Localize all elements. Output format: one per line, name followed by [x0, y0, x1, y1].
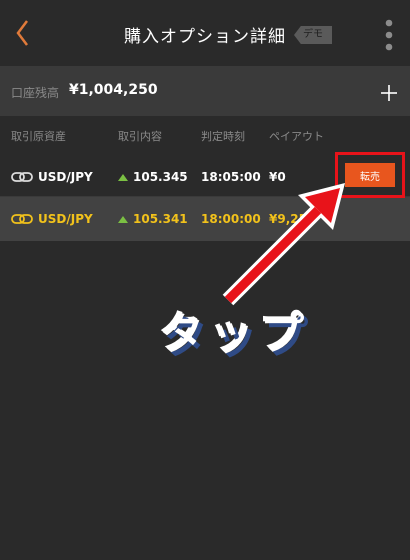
column-header-asset: 取引原資産 [11, 130, 66, 143]
highlight-frame [335, 152, 405, 198]
payout-value: ¥0 [269, 170, 286, 184]
plus-icon[interactable] [380, 84, 398, 102]
table-row[interactable]: USD/JPY 105.341 18:00:00 ¥9,25 [0, 197, 410, 241]
demo-badge: デモ [294, 26, 332, 44]
up-arrow-icon [118, 216, 128, 223]
judgment-time: 18:00:00 [201, 212, 261, 226]
column-header-time: 判定時刻 [201, 130, 245, 143]
asset-name: USD/JPY [38, 170, 93, 184]
currency-pair-icon [11, 172, 33, 182]
page-title: 購入オプション詳細 [124, 27, 286, 47]
judgment-time: 18:05:00 [201, 170, 261, 184]
entry-rate: 105.345 [133, 170, 188, 184]
tap-annotation: タップ [160, 309, 310, 360]
balance-bar: 口座残高 ¥1,004,250 [0, 66, 410, 116]
app-header: 購入オプション詳細 デモ [0, 0, 410, 66]
table-header: 取引原資産 取引内容 判定時刻 ペイアウト [0, 116, 410, 152]
asset-name: USD/JPY [38, 212, 93, 226]
empty-content-area [0, 241, 410, 560]
payout-value: ¥9,25 [269, 212, 307, 226]
entry-rate: 105.341 [133, 212, 188, 226]
balance-value: ¥1,004,250 [69, 82, 158, 98]
column-header-payout: ペイアウト [269, 130, 324, 143]
currency-pair-icon [11, 214, 33, 224]
vertical-dots-icon[interactable] [383, 18, 395, 54]
balance-label: 口座残高 [11, 86, 60, 100]
column-header-trade: 取引内容 [118, 130, 162, 143]
up-arrow-icon [118, 174, 128, 181]
